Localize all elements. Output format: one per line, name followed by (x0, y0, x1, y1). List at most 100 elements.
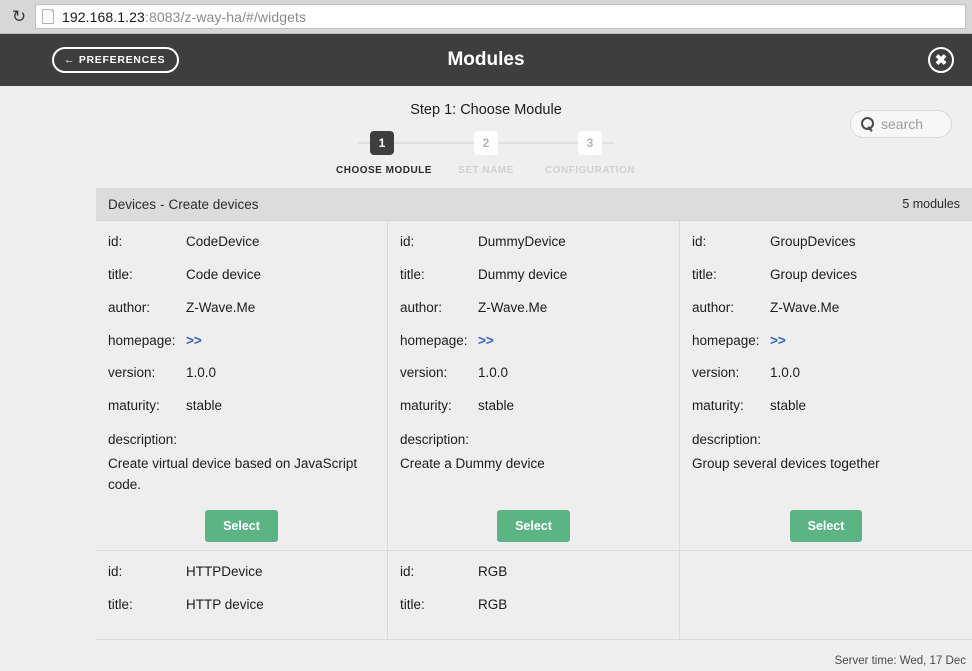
panel-header: Devices - Create devices 5 modules (96, 188, 972, 221)
module-id-row: id: GroupDevices (692, 234, 960, 250)
module-title-row: title: Dummy device (400, 266, 667, 283)
module-id-row: id: CodeDevice (108, 234, 375, 250)
value-maturity: stable (478, 398, 515, 414)
module-maturity-row: maturity: stable (400, 398, 667, 414)
search-box[interactable] (850, 110, 952, 138)
label-title: title: (400, 596, 425, 612)
step-choose-module[interactable]: 1 CHOOSE MODULE (336, 131, 432, 176)
label-id: id: (108, 563, 123, 579)
label-description: description: (692, 432, 762, 448)
preferences-button[interactable]: ← PREFERENCES (52, 47, 180, 73)
label-author: author: (400, 299, 443, 315)
module-id-row: id: HTTPDevice (108, 563, 375, 580)
panel-category: Devices (108, 196, 157, 212)
label-version: version: (692, 365, 740, 381)
search-input[interactable] (881, 116, 941, 132)
label-version: version: (400, 365, 448, 381)
label-id: id: (692, 234, 707, 249)
module-card[interactable]: id: DummyDevice title: Dummy device author… (388, 221, 680, 551)
value-title: HTTP device (186, 596, 264, 612)
label-maturity: maturity: (108, 398, 160, 414)
module-count: 5 modules (902, 197, 960, 211)
label-id: id: (108, 234, 123, 249)
value-title: RGB (478, 596, 508, 612)
value-author: Z-Wave.Me (770, 299, 840, 315)
module-title-row: title: Group devices (692, 266, 960, 283)
step-number: 3 (578, 131, 602, 155)
select-button[interactable]: Select (497, 509, 570, 542)
value-id: CodeDevice (186, 234, 260, 249)
module-card[interactable]: id: HTTPDevice title: HTTP device (96, 550, 388, 640)
document-icon (42, 9, 54, 24)
label-maturity: maturity: (400, 398, 452, 414)
module-homepage-row: homepage: >> (692, 332, 960, 349)
label-id: id: (400, 563, 415, 579)
value-id: GroupDevices (770, 234, 856, 249)
panel-subtitle: Create devices (168, 196, 259, 212)
homepage-link[interactable]: >> (478, 333, 494, 348)
select-area: Select (400, 496, 667, 542)
step-number: 1 (370, 131, 394, 155)
module-author-row: author: Z-Wave.Me (108, 299, 375, 316)
module-version-row: version: 1.0.0 (400, 366, 667, 381)
label-author: author: (108, 299, 151, 315)
label-title: title: (108, 266, 133, 282)
module-title-row: title: RGB (400, 596, 667, 613)
homepage-link[interactable]: >> (186, 333, 202, 348)
module-id-row: id: RGB (400, 563, 667, 580)
browser-toolbar: ↻ 192.168.1.23:8083/z-way-ha/#/widgets (0, 0, 972, 34)
wizard: Step 1: Choose Module 1 CHOOSE MODULE 2 … (0, 86, 972, 176)
label-description: description: (108, 432, 178, 448)
module-maturity-row: maturity: stable (108, 398, 375, 414)
panel-separator: - (160, 196, 165, 212)
module-version-row: version: 1.0.0 (108, 366, 375, 381)
module-card[interactable]: id: RGB title: RGB (388, 550, 680, 640)
close-icon[interactable]: ✖ (928, 47, 954, 73)
value-author: Z-Wave.Me (186, 299, 256, 315)
label-maturity: maturity: (692, 398, 744, 414)
value-title: Dummy device (478, 266, 568, 282)
value-maturity: stable (186, 398, 223, 414)
value-description: Group several devices together (692, 456, 880, 472)
value-author: Z-Wave.Me (478, 299, 548, 315)
value-description: Create a Dummy device (400, 456, 545, 472)
homepage-link[interactable]: >> (770, 333, 786, 348)
module-card[interactable]: id: GroupDevices title: Group devices auth… (680, 221, 972, 551)
step-label: CHOOSE MODULE (336, 165, 432, 176)
app-header: ← PREFERENCES Modules ✖ (0, 34, 972, 86)
module-card[interactable]: id: CodeDevice title: Code device author: Z… (96, 221, 388, 551)
module-title-row: title: Code device (108, 266, 375, 283)
select-button[interactable]: Select (205, 509, 278, 542)
url-text: 192.168.1.23:8083/z-way-ha/#/widgets (62, 9, 306, 25)
reload-icon[interactable]: ↻ (6, 4, 32, 30)
value-id: HTTPDevice (186, 563, 263, 579)
label-title: title: (692, 266, 717, 282)
label-description: description: (400, 432, 470, 448)
value-version: 1.0.0 (478, 365, 509, 381)
label-homepage: homepage: (400, 332, 468, 348)
module-version-row: version: 1.0.0 (692, 366, 960, 381)
select-area: Select (692, 496, 960, 542)
url-bar[interactable]: 192.168.1.23:8083/z-way-ha/#/widgets (35, 4, 966, 29)
value-title: Group devices (770, 266, 858, 282)
module-homepage-row: homepage: >> (108, 332, 375, 349)
search-icon (861, 116, 876, 132)
module-id-row: id: DummyDevice (400, 234, 667, 250)
step-configuration[interactable]: 3 CONFIGURATION (544, 131, 636, 176)
label-homepage: homepage: (692, 332, 760, 348)
label-homepage: homepage: (108, 332, 176, 348)
step-set-name[interactable]: 2 SET NAME (440, 131, 532, 176)
value-id: DummyDevice (478, 234, 566, 249)
select-area: Select (108, 496, 375, 542)
module-maturity-row: maturity: stable (692, 398, 960, 414)
module-homepage-row: homepage: >> (400, 332, 667, 349)
value-title: Code device (186, 266, 262, 282)
step-number: 2 (474, 131, 498, 155)
step-indicator: 1 CHOOSE MODULE 2 SET NAME 3 CONFIGURATI… (336, 131, 636, 176)
select-button[interactable]: Select (789, 509, 863, 542)
module-card-placeholder (680, 551, 972, 640)
module-grid: id: CodeDevice title: Code device author: Z… (96, 221, 972, 640)
value-id: RGB (478, 563, 508, 579)
url-path: :8083/z-way-ha/#/widgets (144, 8, 307, 25)
module-author-row: author: Z-Wave.Me (400, 299, 667, 316)
